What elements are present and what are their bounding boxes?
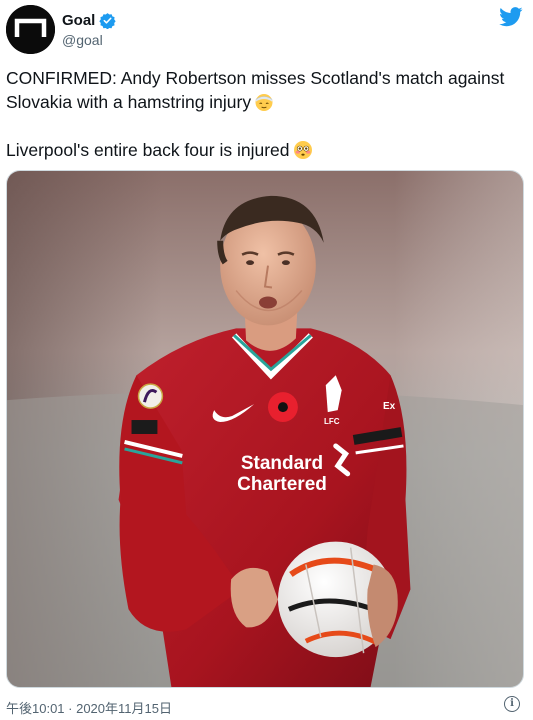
tweet-timestamp[interactable]: 午後10:01 · 2020年11月15日 (6, 698, 172, 717)
sponsor-line-2: Chartered (237, 474, 327, 495)
author-name-row: Goal (62, 10, 116, 30)
tweet-footer: 午後10:01 · 2020年11月15日 i (6, 696, 524, 716)
crest-text: LFC (324, 417, 340, 426)
verified-badge-icon (99, 12, 116, 29)
author-handle[interactable]: @goal (62, 32, 103, 48)
sleeve-sponsor-patch (131, 420, 158, 434)
info-icon[interactable]: i (504, 696, 520, 712)
sponsor-text: Standard Chartered (227, 453, 337, 495)
sponsor-line-1: Standard (240, 453, 324, 474)
twitter-bird-icon[interactable] (499, 7, 523, 27)
tweet-line-2: Liverpool's entire back four is injured (6, 140, 290, 160)
face-with-head-bandage-emoji (255, 94, 273, 111)
tweet-header: Goal @goal (0, 0, 533, 60)
tweet-paragraph-2: Liverpool's entire back four is injured (6, 138, 521, 162)
tweet-photo[interactable]: Standard Chartered LFC Ex (6, 170, 524, 688)
author-display-name[interactable]: Goal (62, 12, 95, 29)
goal-logo-icon[interactable] (6, 5, 55, 54)
tweet-text: CONFIRMED: Andy Robertson misses Scotlan… (6, 66, 521, 162)
tweet-paragraph-1: CONFIRMED: Andy Robertson misses Scotlan… (6, 66, 521, 114)
flushed-face-emoji (293, 141, 312, 159)
sleeve-patch-text: Ex (383, 401, 396, 412)
